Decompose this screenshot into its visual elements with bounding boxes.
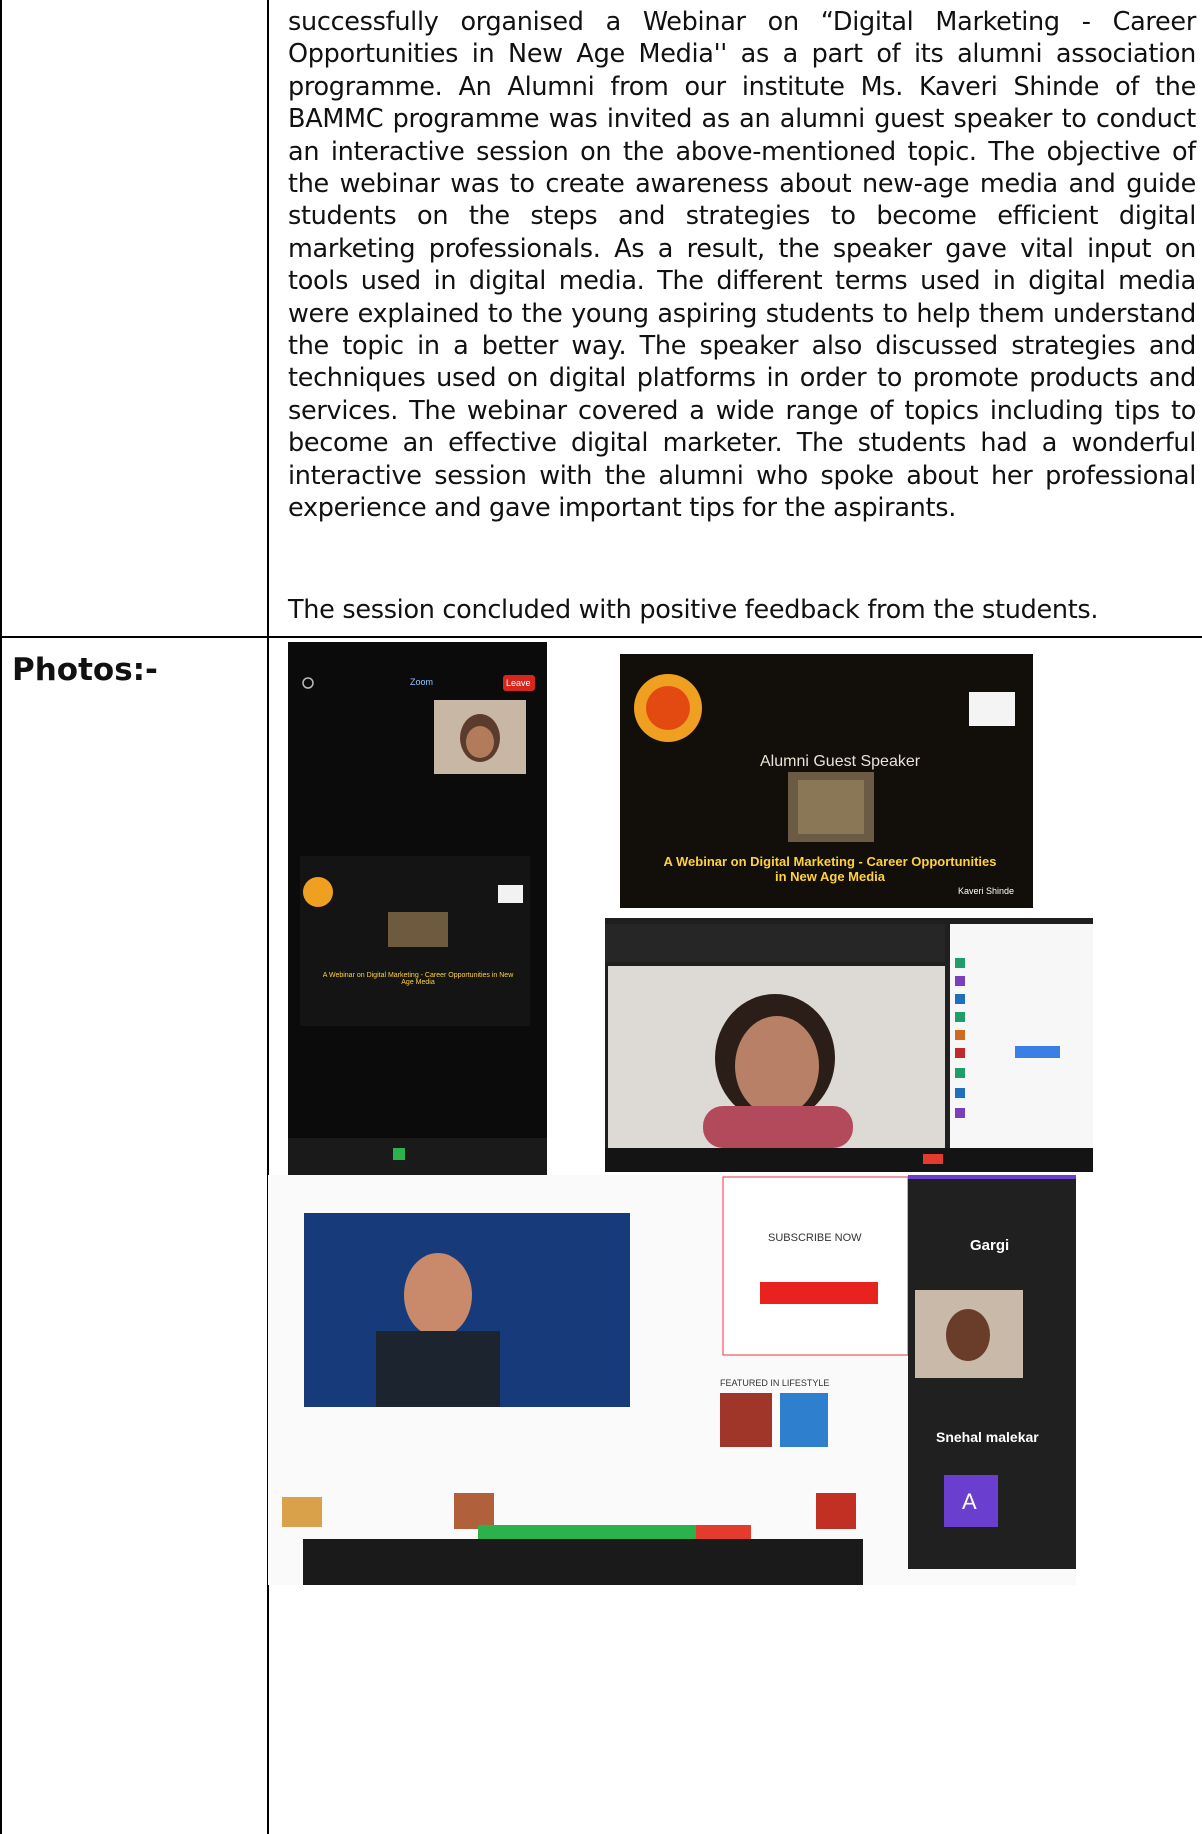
closing-paragraph: The session concluded with positive feed… — [288, 595, 1099, 625]
body-paragraph: successfully organised a Webinar on “Dig… — [288, 7, 1196, 524]
laptop-zoom-screenshot — [605, 918, 1093, 1172]
news-page-graphic — [268, 1175, 1076, 1585]
laptop-zoom-screen — [605, 918, 1093, 1172]
leave-label: Leave — [506, 678, 531, 688]
phone-zoom-screenshot: Zoom Leave A Webinar on Digital Marketin… — [288, 642, 547, 1176]
participant-avatar-letter: A — [962, 1489, 977, 1514]
webinar-poster: Alumni Guest Speaker A Webinar on Digita… — [620, 654, 1033, 908]
zoom-label: Zoom — [410, 677, 434, 687]
phone-zoom-screen — [288, 642, 547, 1176]
poster-heading: Alumni Guest Speaker — [760, 753, 921, 770]
poster-title: A Webinar on Digital Marketing - Career … — [663, 854, 997, 884]
table-border-left — [0, 0, 2, 1834]
subscribe-heading: SUBSCRIBE NOW — [768, 1232, 862, 1244]
news-page-screenshot: SUBSCRIBE NOW FEATURED IN LIFESTYLE Garg… — [268, 1175, 1076, 1585]
featured-heading: FEATURED IN LIFESTYLE — [720, 1378, 830, 1388]
poster-speaker: Kaveri Shinde — [958, 886, 1015, 896]
table-row-divider — [0, 636, 1202, 638]
phone-webinar-caption: A Webinar on Digital Marketing - Career … — [322, 972, 514, 986]
participant-name-gargi: Gargi — [970, 1237, 1010, 1254]
participant-name-snehal: Snehal malekar — [936, 1429, 1039, 1445]
photos-label: Photos:- — [12, 652, 158, 688]
